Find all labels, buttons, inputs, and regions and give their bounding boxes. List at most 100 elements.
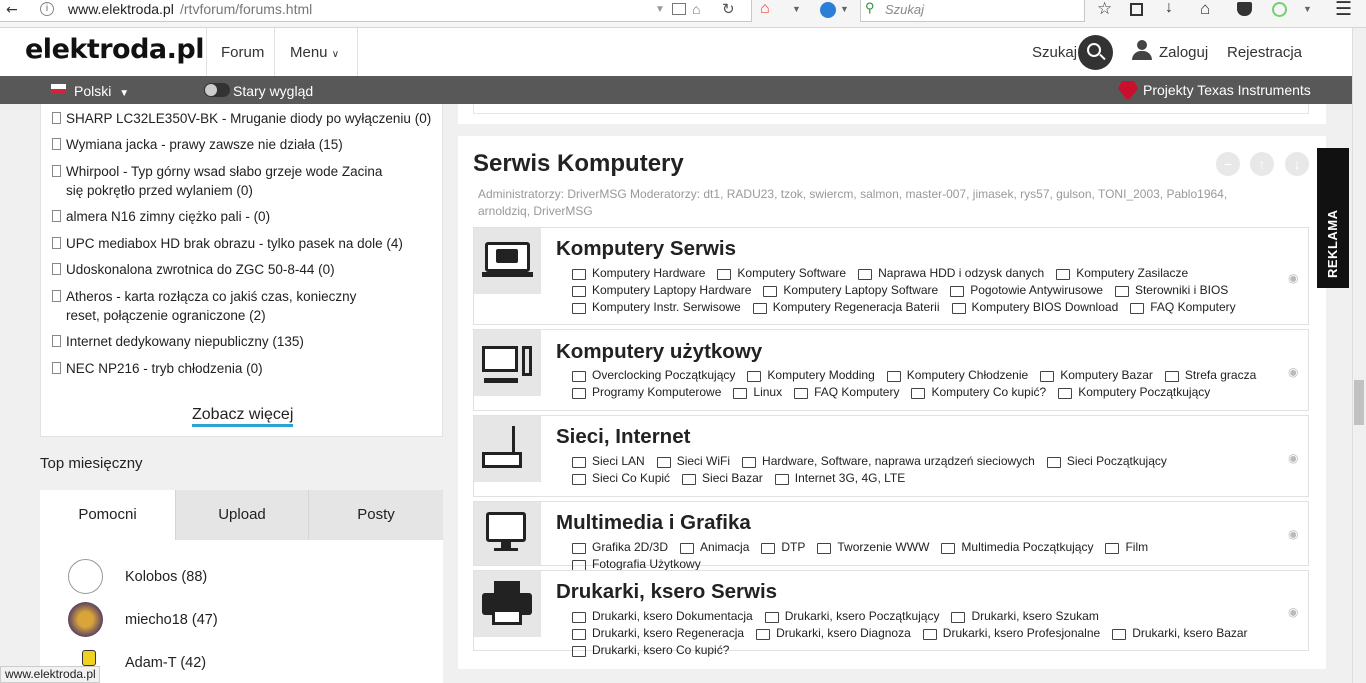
subforum-link[interactable]: FAQ Komputery [1130, 299, 1236, 316]
subforum-link[interactable]: Komputery Laptopy Hardware [572, 282, 751, 299]
subforum-link[interactable]: Internet 3G, 4G, LTE [774, 470, 905, 487]
subforum-link[interactable]: Komputery Początkujący [1058, 384, 1210, 401]
subforum-link[interactable]: Komputery Bazar [1040, 367, 1153, 384]
subforum-link[interactable]: Sieci Co Kupić [572, 470, 670, 487]
chevron-down-icon[interactable]: ▼ [792, 4, 801, 14]
subforum-link[interactable]: Multimedia Początkujący [941, 539, 1093, 556]
subforum-link[interactable]: Programy Komputerowe [572, 384, 721, 401]
topic-link[interactable]: NEC NP216 - tryb chłodzenia (0) [52, 360, 432, 379]
subforum-link[interactable]: Komputery BIOS Download [951, 299, 1118, 316]
see-more-link[interactable]: Zobacz więcej [192, 406, 294, 427]
rss-icon[interactable]: ◉ [1288, 605, 1300, 619]
back-icon[interactable]: ← [6, 0, 18, 20]
subforum-link[interactable]: Drukarki, ksero Szukam [951, 608, 1099, 625]
rss-icon[interactable]: ◉ [1288, 451, 1300, 465]
old-look-toggle[interactable] [204, 83, 230, 97]
rss-icon[interactable]: ◉ [1288, 527, 1300, 541]
tab-pomocni[interactable]: Pomocni [40, 490, 175, 540]
dropdown-icon[interactable]: ▼ [655, 4, 665, 15]
subforum-link[interactable]: Komputery Hardware [572, 265, 705, 282]
avatar[interactable] [68, 559, 103, 594]
subforum-link[interactable]: Animacja [680, 539, 749, 556]
subforum-link[interactable]: Drukarki, ksero Profesjonalne [922, 625, 1100, 642]
page-scrollbar[interactable] [1352, 28, 1366, 683]
home-icon[interactable]: ⌂ [692, 1, 700, 17]
subforum-link[interactable]: Drukarki, ksero Regeneracja [572, 625, 744, 642]
tab-upload[interactable]: Upload [175, 490, 308, 540]
forum-title[interactable]: Multimedia i Grafika [556, 511, 751, 535]
forum-title[interactable]: Drukarki, ksero Serwis [556, 580, 777, 604]
subforum-link[interactable]: Komputery Chłodzenie [886, 367, 1028, 384]
subforum-link[interactable]: Drukarki, ksero Bazar [1112, 625, 1248, 642]
subforum-link[interactable]: Komputery Regeneracja Baterii [752, 299, 940, 316]
advertisement-tab[interactable]: REKLAMA [1317, 148, 1349, 288]
subforum-link[interactable]: Komputery Instr. Serwisowe [572, 299, 741, 316]
subforum-link[interactable]: Sieci Początkujący [1046, 453, 1167, 470]
scrollbar-thumb[interactable] [1354, 380, 1364, 425]
download-icon[interactable]: ↓ [1165, 0, 1173, 17]
user-link[interactable]: Kolobos (88) [125, 569, 207, 585]
clipboard-icon[interactable] [1130, 3, 1143, 16]
subforum-link[interactable]: Drukarki, ksero Diagnoza [756, 625, 911, 642]
subforum-link[interactable]: Komputery Software [717, 265, 846, 282]
subforum-link[interactable]: DTP [761, 539, 805, 556]
subforum-link[interactable]: Overclocking Początkujący [572, 367, 735, 384]
search-label[interactable]: Szukaj [1032, 44, 1077, 61]
topic-link[interactable]: Atheros - karta rozłącza co jakiś czas, … [52, 288, 392, 325]
nav-forum[interactable]: Forum [221, 44, 264, 61]
subforum-link[interactable]: Komputery Zasilacze [1056, 265, 1188, 282]
tab-posty[interactable]: Posty [308, 490, 443, 540]
subforum-link[interactable]: Film [1105, 539, 1148, 556]
topic-link[interactable]: almera N16 zimny ciężko pali - (0) [52, 208, 432, 227]
user-icon[interactable] [1132, 40, 1152, 62]
user-link[interactable]: Adam-T (42) [125, 655, 206, 671]
subforum-link[interactable]: Sieci Bazar [682, 470, 763, 487]
forum-title[interactable]: Komputery Serwis [556, 237, 736, 261]
subforum-link[interactable]: Naprawa HDD i odzysk danych [858, 265, 1044, 282]
rss-icon[interactable]: ◉ [1288, 271, 1300, 285]
forum-title[interactable]: Komputery użytkowy [556, 340, 762, 364]
browser-search-input[interactable]: ⚲ Szukaj [860, 0, 1085, 22]
subforum-link[interactable]: Sieci LAN [572, 453, 645, 470]
subforum-link[interactable]: Drukarki, ksero Co kupić? [572, 642, 729, 659]
subforum-link[interactable]: Grafika 2D/3D [572, 539, 668, 556]
pocket-icon[interactable] [1237, 2, 1252, 16]
chevron-down-icon[interactable]: ▼ [1303, 4, 1312, 14]
subforum-link[interactable]: Sterowniki i BIOS [1114, 282, 1228, 299]
topic-link[interactable]: Internet dedykowany niepubliczny (135) [52, 333, 432, 352]
language-select[interactable]: Polski ▼ [74, 83, 129, 99]
arrow-up-icon[interactable]: ↑ [1250, 152, 1274, 176]
addon-home-icon[interactable]: ⌂ [760, 0, 770, 18]
subforum-link[interactable]: Hardware, Software, naprawa urządzeń sie… [742, 453, 1035, 470]
subforum-link[interactable]: Drukarki, ksero Początkujący [764, 608, 939, 625]
subforum-link[interactable]: Sieci WiFi [656, 453, 730, 470]
url-bar[interactable]: ← i www.elektroda.pl/rtvforum/forums.htm… [0, 0, 752, 22]
search-button[interactable] [1078, 35, 1113, 70]
site-logo[interactable]: elektroda.pl [25, 34, 205, 65]
home-icon[interactable]: ⌂ [1200, 0, 1210, 19]
arrow-down-icon[interactable]: ↓ [1285, 152, 1309, 176]
register-link[interactable]: Rejestracja [1227, 44, 1302, 61]
addon-icon[interactable] [1272, 2, 1287, 17]
forum-title[interactable]: Sieci, Internet [556, 425, 690, 449]
chevron-down-icon[interactable]: ▼ [840, 4, 849, 14]
hamburger-menu-icon[interactable]: ☰ [1335, 0, 1352, 21]
topic-link[interactable]: Whirpool - Typ górny wsad słabo grzeje w… [52, 163, 397, 200]
avatar[interactable] [68, 602, 103, 637]
subforum-link[interactable]: Pogotowie Antywirusowe [950, 282, 1103, 299]
subforum-link[interactable]: Komputery Co kupić? [911, 384, 1046, 401]
subforum-link[interactable]: FAQ Komputery [794, 384, 899, 401]
topic-link[interactable]: Wymiana jacka - prawy zawsze nie działa … [52, 136, 432, 155]
star-icon[interactable]: ☆ [1097, 0, 1112, 19]
topic-link[interactable]: SHARP LC32LE350V-BK - Mruganie diody po … [52, 110, 432, 129]
info-icon[interactable]: i [40, 2, 54, 16]
user-link[interactable]: miecho18 (47) [125, 612, 218, 628]
reload-icon[interactable]: ↻ [722, 0, 735, 18]
nav-menu[interactable]: Menu ∨ [290, 44, 339, 61]
subforum-link[interactable]: Tworzenie WWW [817, 539, 929, 556]
subforum-link[interactable]: Komputery Modding [747, 367, 875, 384]
collapse-icon[interactable]: − [1216, 152, 1240, 176]
ti-projects-link[interactable]: Projekty Texas Instruments [1143, 82, 1311, 98]
subforum-link[interactable]: Linux [733, 384, 782, 401]
sync-icon[interactable] [820, 2, 836, 18]
